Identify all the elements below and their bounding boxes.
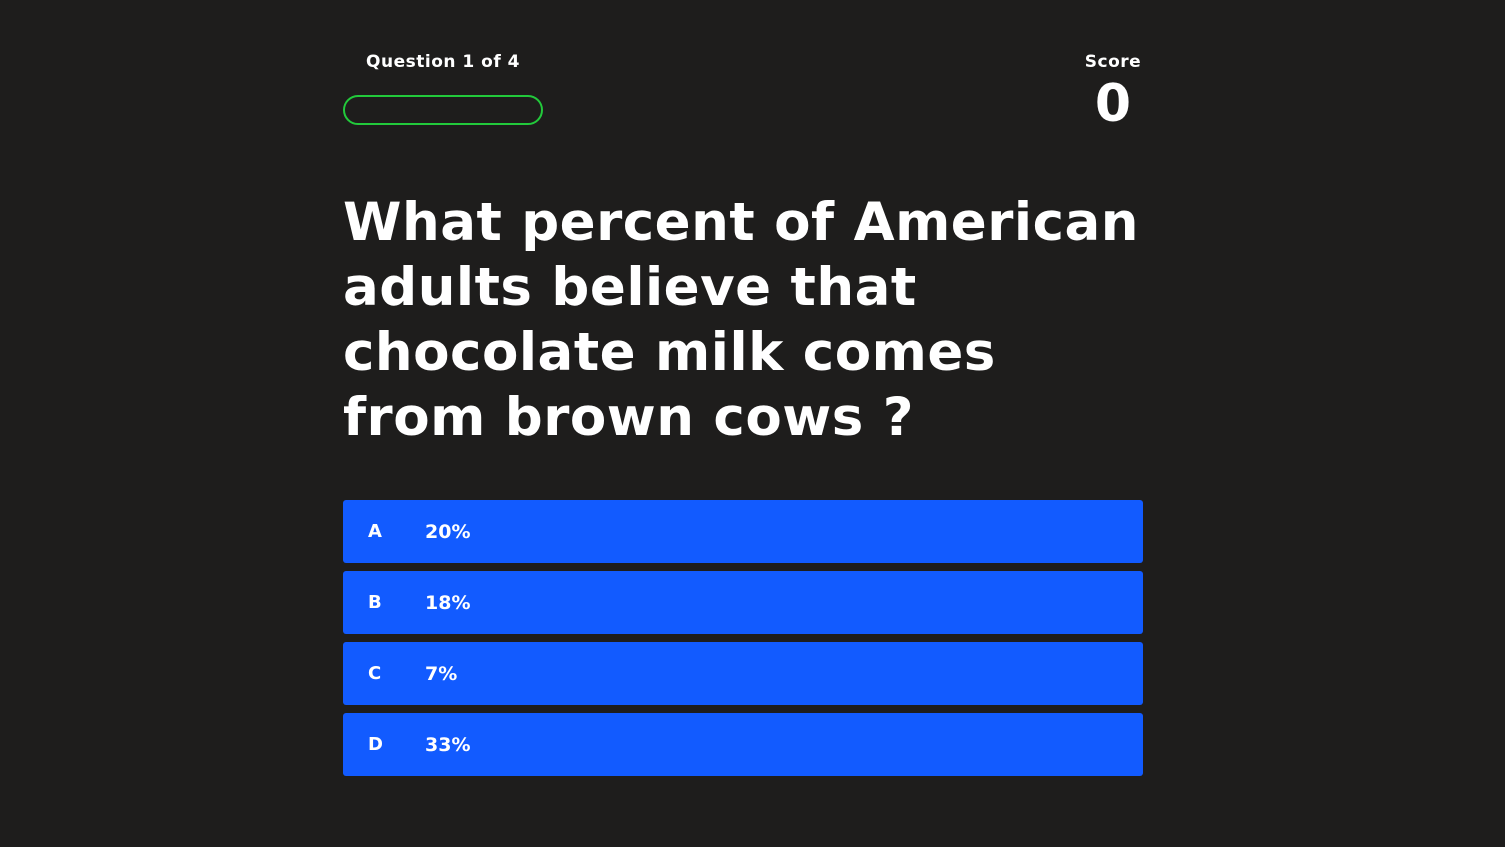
answer-option-a[interactable]: A 20% [343,500,1143,563]
answer-text: 33% [425,733,471,756]
score-value: 0 [1094,74,1132,134]
answer-option-d[interactable]: D 33% [343,713,1143,776]
answer-option-b[interactable]: B 18% [343,571,1143,634]
progress-bar [343,95,543,125]
score-block: Score 0 [1083,48,1143,132]
answer-letter: B [368,592,382,613]
answer-letter: A [368,521,382,542]
answer-text: 20% [425,520,471,543]
progress-label: Question 1 of 4 [366,52,520,72]
answer-list: A 20% B 18% C 7% D 33% [343,500,1143,784]
score-label: Score [1084,52,1142,72]
quiz-container: Question 1 of 4 Score 0 What percent of … [343,0,1143,847]
answer-letter: D [368,734,383,755]
question-text: What percent of American adults believe … [343,192,1139,448]
answer-option-c[interactable]: C 7% [343,642,1143,705]
progress-block: Question 1 of 4 [343,48,543,125]
answer-text: 7% [425,662,458,685]
quiz-hud: Question 1 of 4 Score 0 [343,48,1143,148]
answer-text: 18% [425,591,471,614]
answer-letter: C [368,663,382,684]
